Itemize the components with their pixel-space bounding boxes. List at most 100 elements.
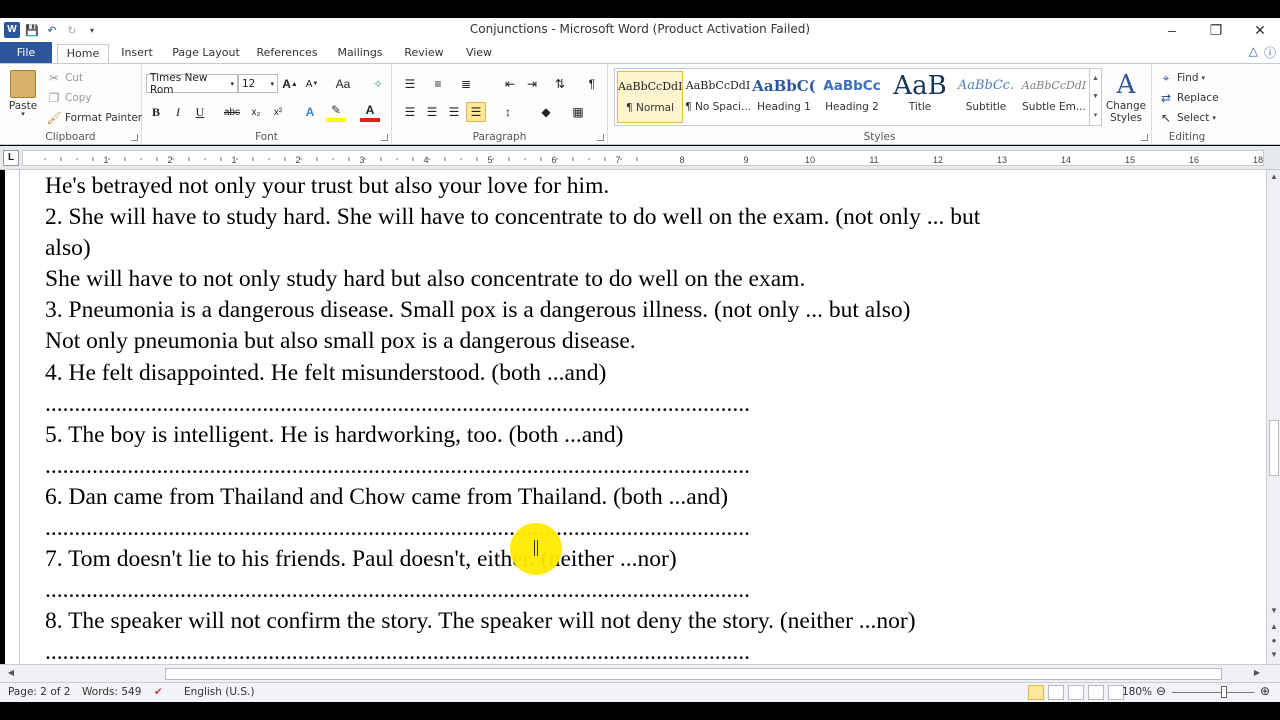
style-no-spacing[interactable]: AaBbCcDdI ¶ No Spaci...	[685, 71, 751, 123]
tab-mailings[interactable]: Mailings	[330, 44, 390, 64]
tab-file[interactable]: File	[0, 42, 52, 64]
tab-insert[interactable]: Insert	[114, 44, 160, 64]
horizontal-scrollbar[interactable]: ◀ ▶	[0, 664, 1280, 682]
underline-button[interactable]: U	[190, 102, 210, 122]
change-case-button[interactable]: Aa	[330, 74, 356, 94]
web-layout-view-icon[interactable]	[1068, 685, 1084, 700]
tab-view[interactable]: View	[458, 44, 500, 64]
document-line[interactable]: ........................................…	[45, 637, 1245, 664]
document-line[interactable]: 4. He felt disappointed. He felt misunde…	[45, 358, 1245, 389]
collapse-ribbon-icon[interactable]: △	[1249, 44, 1258, 61]
align-center-icon[interactable]: ☰	[422, 102, 442, 122]
horizontal-ruler[interactable]: 12123456789101112131415161819	[22, 150, 1264, 166]
multilevel-list-icon[interactable]: ≣	[456, 74, 476, 94]
previous-page-icon[interactable]: ▲	[1267, 622, 1280, 631]
chevron-down-icon[interactable]: ▼	[1092, 93, 1099, 100]
strikethrough-button[interactable]: abc	[222, 102, 242, 122]
document-line[interactable]: 2. She will have to study hard. She will…	[45, 202, 1245, 233]
bullets-icon[interactable]: ☰	[400, 74, 420, 94]
increase-indent-icon[interactable]: ⇥	[522, 74, 542, 94]
tab-review[interactable]: Review	[398, 44, 450, 64]
highlight-color-icon[interactable]: ✎	[326, 102, 346, 122]
dialog-launcher-icon[interactable]	[131, 134, 138, 141]
show-marks-button[interactable]: ¶	[582, 74, 602, 94]
superscript-button[interactable]: x²	[268, 102, 288, 122]
language-indicator[interactable]: English (U.S.)	[184, 686, 254, 698]
document-line[interactable]: She will have to not only study hard but…	[45, 264, 1245, 295]
chevron-up-icon[interactable]: ▲	[1092, 75, 1099, 82]
decrease-indent-icon[interactable]: ⇤	[500, 74, 520, 94]
vertical-scrollbar[interactable]: ▲ ▼ ▲ ● ▼	[1266, 170, 1280, 664]
tab-references[interactable]: References	[252, 44, 322, 64]
full-screen-reading-view-icon[interactable]	[1048, 685, 1064, 700]
next-page-icon[interactable]: ▼	[1267, 650, 1280, 659]
font-size-select[interactable]: 12 ▾	[238, 74, 278, 93]
word-count[interactable]: Words: 549	[82, 686, 141, 698]
proofing-icon[interactable]: ✔	[154, 686, 163, 698]
line-spacing-icon[interactable]: ↕	[498, 102, 518, 122]
scroll-down-icon[interactable]: ▼	[1267, 606, 1280, 615]
outline-view-icon[interactable]	[1088, 685, 1104, 700]
gallery-scroll[interactable]: ▲ ▼ ▾	[1089, 69, 1101, 125]
minimize-button[interactable]: –	[1150, 18, 1194, 42]
scroll-right-icon[interactable]: ▶	[1250, 668, 1264, 677]
align-left-icon[interactable]: ☰	[400, 102, 420, 122]
document-line[interactable]: He's betrayed not only your trust but al…	[45, 171, 1245, 202]
bold-button[interactable]: B	[146, 102, 166, 122]
page-indicator[interactable]: Page: 2 of 2	[8, 686, 70, 698]
document-line[interactable]: 5. The boy is intelligent. He is hardwor…	[45, 420, 1245, 451]
dialog-launcher-icon[interactable]	[597, 134, 604, 141]
restore-button[interactable]: ❐	[1194, 18, 1238, 42]
scroll-up-icon[interactable]: ▲	[1267, 172, 1280, 181]
zoom-in-icon[interactable]: ⊕	[1260, 684, 1270, 698]
change-styles-button[interactable]: A Change Styles	[1104, 70, 1148, 124]
document-line[interactable]: 8. The speaker will not confirm the stor…	[45, 606, 1245, 637]
subscript-button[interactable]: x₂	[246, 102, 266, 122]
shading-icon[interactable]: ◆	[536, 102, 556, 122]
browse-object-icon[interactable]: ●	[1267, 636, 1280, 645]
document-line[interactable]: ........................................…	[45, 513, 1245, 544]
zoom-level[interactable]: 180%	[1122, 686, 1152, 698]
vertical-ruler[interactable]	[5, 170, 20, 664]
style-title[interactable]: AaB Title	[887, 71, 953, 123]
paste-button[interactable]: Paste ▾	[6, 70, 40, 118]
tab-page-layout[interactable]: Page Layout	[168, 44, 244, 64]
help-icon[interactable]: ⓘ	[1264, 44, 1276, 61]
grow-font-button[interactable]: A ▲	[280, 74, 300, 94]
clear-formatting-icon[interactable]: ✧	[368, 74, 388, 94]
font-color-button[interactable]: A	[360, 102, 380, 122]
document-line[interactable]: Not only pneumonia but also small pox is…	[45, 326, 1245, 357]
cut-button[interactable]: ✂ Cut	[46, 70, 83, 86]
style-heading-1[interactable]: AaBbC(Heading 1	[751, 71, 817, 123]
horizontal-scroll-thumb[interactable]	[165, 668, 1222, 680]
document-line[interactable]: ........................................…	[45, 389, 1245, 420]
document-canvas[interactable]: He's betrayed not only your trust but al…	[20, 170, 1266, 664]
format-painter-button[interactable]: 🖌 Format Painter	[46, 110, 142, 126]
document-body[interactable]: He's betrayed not only your trust but al…	[45, 171, 1245, 664]
italic-button[interactable]: I	[168, 102, 188, 122]
document-line[interactable]: 6. Dan came from Thailand and Chow came …	[45, 482, 1245, 513]
copy-button[interactable]: ❐ Copy	[46, 90, 92, 106]
style-normal[interactable]: AaBbCcDdI ¶ Normal	[617, 71, 683, 123]
shrink-font-button[interactable]: A ▼	[302, 74, 322, 94]
close-button[interactable]: ✕	[1238, 18, 1280, 42]
dialog-launcher-icon[interactable]	[381, 134, 388, 141]
borders-icon[interactable]: ▦	[568, 102, 588, 122]
style-subtle-emphasis[interactable]: AaBbCcDdI Subtle Em...	[1021, 71, 1087, 123]
style-heading-2[interactable]: AaBbCc Heading 2	[819, 71, 885, 123]
dialog-launcher-icon[interactable]	[1141, 134, 1148, 141]
replace-button[interactable]: ⇄ Replace	[1158, 90, 1219, 106]
document-line[interactable]: ........................................…	[45, 451, 1245, 482]
document-line[interactable]: 7. Tom doesn't lie to his friends. Paul …	[45, 544, 1245, 575]
scroll-left-icon[interactable]: ◀	[4, 668, 18, 677]
document-line[interactable]: also)	[45, 233, 1245, 264]
document-line[interactable]: ........................................…	[45, 575, 1245, 606]
style-subtitle[interactable]: AaBbCc. Subtitle	[953, 71, 1019, 123]
justify-icon[interactable]: ☰	[466, 102, 486, 122]
zoom-out-icon[interactable]: ⊖	[1156, 684, 1166, 698]
text-effects-icon[interactable]: A	[300, 102, 320, 122]
zoom-slider-thumb[interactable]	[1221, 686, 1227, 698]
numbering-icon[interactable]: ≡	[428, 74, 448, 94]
font-family-select[interactable]: Times New Rom ▾	[146, 72, 238, 96]
tab-home[interactable]: Home	[57, 44, 109, 65]
